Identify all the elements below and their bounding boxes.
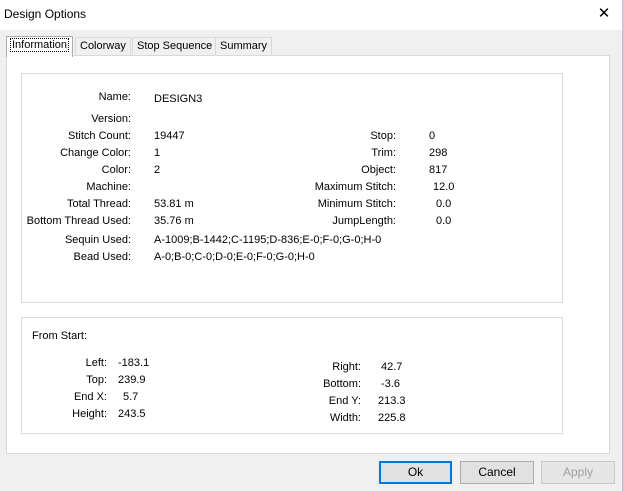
name-value: DESIGN3 xyxy=(154,93,203,105)
window-edge xyxy=(622,0,623,491)
minimum-stitch-value: 0.0 xyxy=(436,198,452,210)
apply-button[interactable]: Apply xyxy=(541,461,615,484)
left-value: -183.1 xyxy=(118,357,150,369)
height-value: 243.5 xyxy=(118,408,146,420)
jump-length-value: 0.0 xyxy=(436,215,452,227)
tab-stop-sequence[interactable]: Stop Sequence xyxy=(132,37,218,56)
top-value: 239.9 xyxy=(118,374,146,386)
height-label: Height: xyxy=(72,408,107,420)
change-color-value: 1 xyxy=(154,147,161,159)
total-thread-value: 53.81 m xyxy=(154,198,194,210)
maximum-stitch-label: Maximum Stitch: xyxy=(314,181,396,193)
close-icon[interactable]: ✕ xyxy=(593,3,615,25)
sequin-used-value: A-1009;B-1442;C-1195;D-836;E-0;F-0;G-0;H… xyxy=(154,234,382,246)
tab-colorway[interactable]: Colorway xyxy=(75,37,131,56)
change-color-label: Change Color: xyxy=(60,147,131,159)
width-label: Width: xyxy=(329,412,361,424)
top-label: Top: xyxy=(86,374,107,386)
trim-value: 298 xyxy=(429,147,448,159)
right-value: 42.7 xyxy=(381,361,403,373)
end-y-label: End Y: xyxy=(328,395,361,407)
minimum-stitch-label: Minimum Stitch: xyxy=(317,198,396,210)
left-label: Left: xyxy=(85,357,107,369)
total-thread-label: Total Thread: xyxy=(66,198,131,210)
object-value: 817 xyxy=(429,164,448,176)
dialog-title: Design Options xyxy=(4,7,87,21)
sequin-used-label: Sequin Used: xyxy=(64,234,131,246)
maximum-stitch-value: 12.0 xyxy=(433,181,455,193)
stitch-count-value: 19447 xyxy=(154,130,185,142)
design-options-dialog: Design Options ✕ Information Colorway St… xyxy=(0,0,624,491)
tab-summary[interactable]: Summary xyxy=(215,37,273,56)
title-bar: Design Options ✕ xyxy=(0,0,623,30)
from-start-group: From Start: Left: -183.1 Top: 239.9 End … xyxy=(21,317,563,434)
trim-label: Trim: xyxy=(371,147,396,159)
color-value: 2 xyxy=(154,164,161,176)
color-label: Color: xyxy=(101,164,131,176)
right-label: Right: xyxy=(332,361,361,373)
from-start-title: From Start: xyxy=(32,330,88,342)
bottom-value: -3.6 xyxy=(381,378,400,390)
ok-button[interactable]: Ok xyxy=(379,461,452,484)
tab-information[interactable]: Information xyxy=(6,36,74,57)
stop-value: 0 xyxy=(429,130,436,142)
jump-length-label: JumpLength: xyxy=(332,215,396,227)
width-value: 225.8 xyxy=(378,412,406,424)
object-label: Object: xyxy=(361,164,396,176)
bottom-thread-value: 35.76 m xyxy=(154,215,194,227)
bead-used-label: Bead Used: xyxy=(73,251,131,263)
stitch-count-label: Stitch Count: xyxy=(68,130,131,142)
machine-label: Machine: xyxy=(86,181,131,193)
cancel-button[interactable]: Cancel xyxy=(460,461,534,484)
design-info-group: Name: DESIGN3 Version: Stitch Count: 194… xyxy=(21,73,563,303)
tab-information-label: Information xyxy=(9,38,70,52)
version-label: Version: xyxy=(91,113,131,125)
information-panel: Name: DESIGN3 Version: Stitch Count: 194… xyxy=(6,55,610,454)
bead-used-value: A-0;B-0;C-0;D-0;E-0;F-0;G-0;H-0 xyxy=(154,251,315,263)
name-label: Name: xyxy=(98,91,131,103)
bottom-label: Bottom: xyxy=(323,378,361,390)
stop-label: Stop: xyxy=(370,130,396,142)
end-x-label: End X: xyxy=(73,391,107,403)
end-y-value: 213.3 xyxy=(378,395,406,407)
bottom-thread-label: Bottom Thread Used: xyxy=(26,215,131,227)
end-x-value: 5.7 xyxy=(123,391,139,403)
